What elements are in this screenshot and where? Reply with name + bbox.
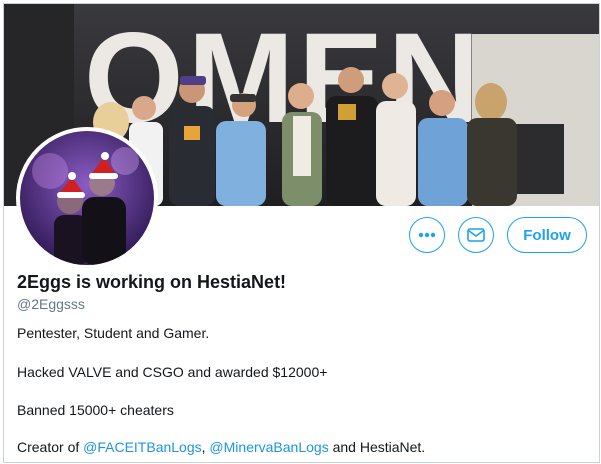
profile-avatar[interactable] bbox=[16, 127, 158, 269]
more-dots-icon bbox=[418, 232, 436, 238]
mention-link-faceitbanlogs[interactable]: @FACEITBanLogs bbox=[83, 439, 202, 455]
bio-text: Creator of bbox=[17, 439, 84, 455]
bio-line-1: Pentester, Student and Gamer. bbox=[17, 325, 210, 341]
envelope-icon bbox=[467, 228, 485, 242]
more-options-button[interactable] bbox=[409, 217, 445, 253]
profile-handle: @2Eggsss bbox=[17, 296, 85, 312]
avatar-photo bbox=[20, 131, 154, 265]
mention-link-minervabanlogs[interactable]: @MinervaBanLogs bbox=[209, 439, 328, 455]
bio-text: and HestiaNet. bbox=[328, 439, 426, 455]
bio-line-3: Banned 15000+ cheaters bbox=[17, 402, 174, 418]
bio-line-2: Hacked VALVE and CSGO and awarded $12000… bbox=[17, 364, 328, 380]
display-name: 2Eggs is working on HestiaNet! bbox=[17, 272, 287, 292]
follow-button[interactable]: Follow bbox=[507, 217, 587, 253]
profile-card: OMEN Follow 2Eggs is working on HestiaNe… bbox=[3, 3, 600, 463]
message-button[interactable] bbox=[458, 217, 494, 253]
bio-line-4: Creator of @FACEITBanLogs, @MinervaBanLo… bbox=[17, 439, 425, 455]
